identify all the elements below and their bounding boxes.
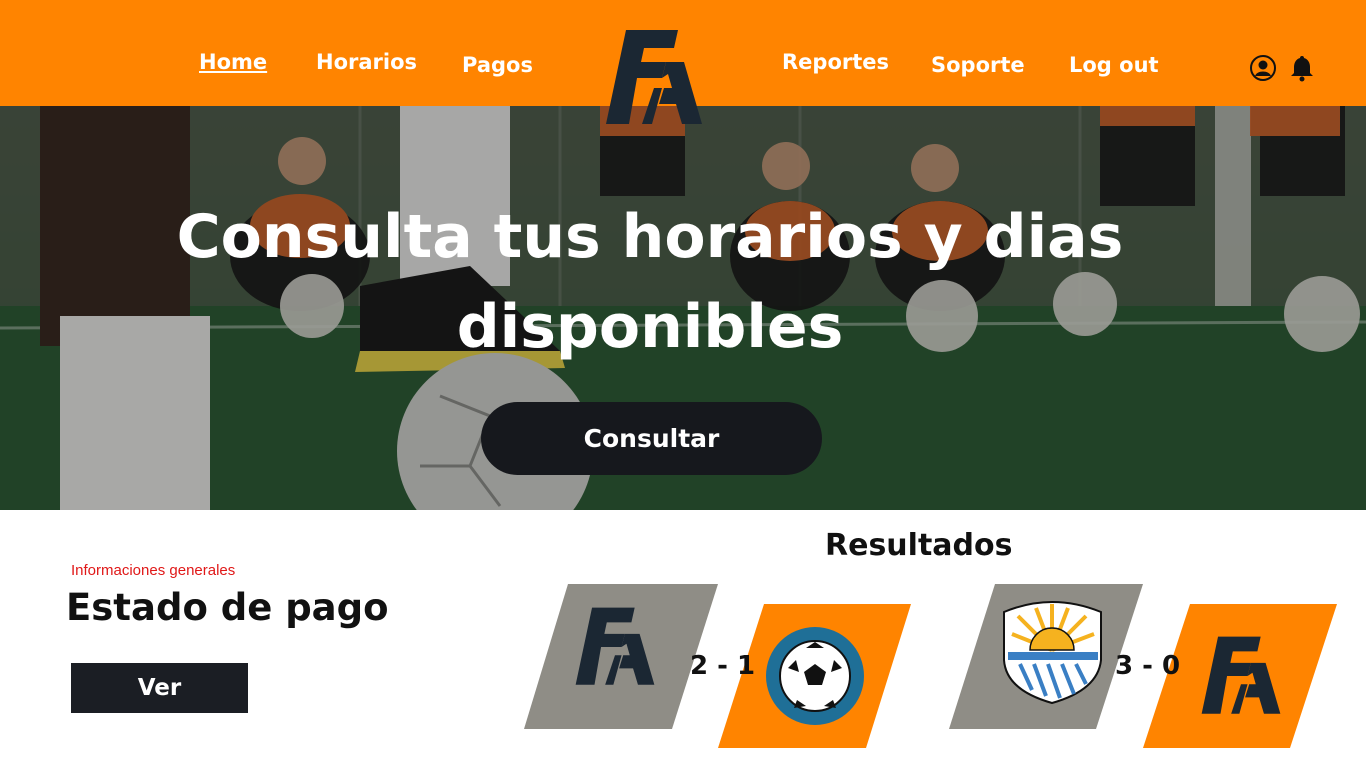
soccer-ball-icon bbox=[766, 627, 864, 725]
match-2-home-badge[interactable] bbox=[949, 584, 1143, 729]
nav-pagos-link[interactable]: Pagos bbox=[462, 53, 533, 77]
nav-reportes-link[interactable]: Reportes bbox=[782, 50, 889, 74]
nav-soporte-link[interactable]: Soporte bbox=[931, 53, 1025, 77]
bell-icon[interactable] bbox=[1288, 54, 1316, 82]
nav-horarios-link[interactable]: Horarios bbox=[316, 50, 417, 74]
nav-logout-link[interactable]: Log out bbox=[1069, 53, 1159, 77]
nav-home-link[interactable]: Home bbox=[199, 50, 267, 74]
match-1-score: 2 - 1 bbox=[690, 651, 756, 681]
match-2-score: 3 - 0 bbox=[1115, 651, 1181, 681]
fa-logo[interactable] bbox=[604, 28, 704, 126]
match-1-home-badge[interactable] bbox=[524, 584, 718, 729]
user-icon[interactable] bbox=[1249, 54, 1277, 82]
